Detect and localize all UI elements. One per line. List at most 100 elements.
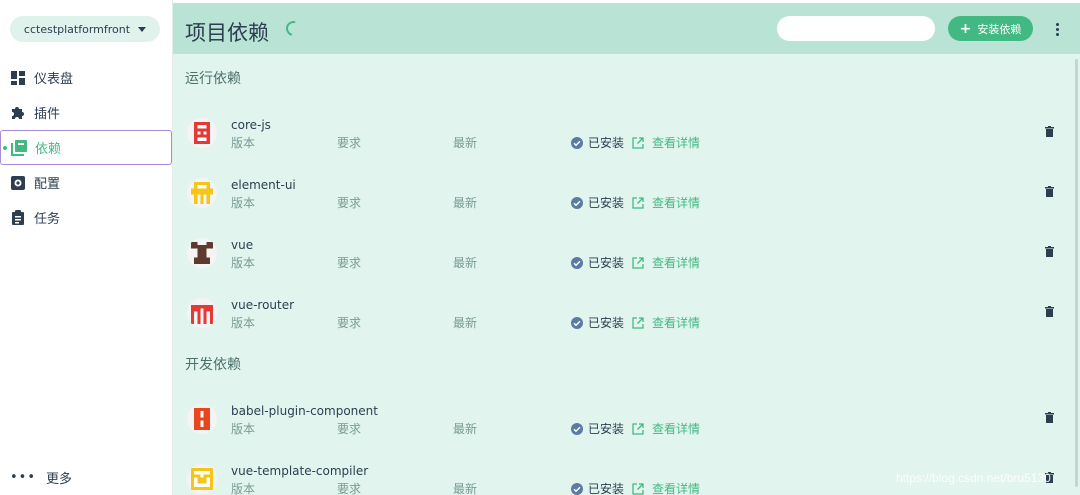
latest-label: 最新: [453, 196, 478, 210]
version-label: 版本: [231, 136, 256, 150]
package-icon: [187, 238, 217, 268]
external-link-icon: [632, 136, 644, 149]
section-title-runtime: 运行依赖: [185, 71, 241, 87]
status-label: 已安装: [588, 256, 625, 270]
status-label: 已安装: [588, 196, 625, 210]
latest-label: 最新: [453, 482, 478, 495]
more-options-icon[interactable]: [1051, 21, 1063, 37]
sidebar-item-dashboard[interactable]: 仪表盘: [0, 60, 173, 95]
check-circle-icon: [571, 196, 583, 209]
sidebar-item-label: 仪表盘: [34, 72, 74, 87]
loading-spinner-icon: [283, 18, 304, 39]
plus-icon: +: [959, 20, 972, 37]
install-status: 已安装: [571, 254, 624, 271]
delete-icon[interactable]: [1045, 186, 1054, 197]
scrollbar[interactable]: [1075, 59, 1078, 487]
package-icon: [187, 178, 217, 208]
details-label: 查看详情: [652, 136, 701, 150]
sidebar-item-config[interactable]: 配置: [0, 165, 173, 200]
dependency-name: vue: [231, 238, 254, 252]
delete-icon[interactable]: [1045, 126, 1054, 137]
dependency-row: babel-plugin-component 版本 要求 最新 已安装 查看详情: [173, 392, 1068, 452]
active-indicator: [3, 146, 7, 150]
check-circle-icon: [571, 256, 583, 269]
latest-label: 最新: [453, 136, 478, 150]
package-icon: [187, 464, 217, 494]
dependency-row: core-js 版本 要求 最新 已安装 查看详情: [173, 106, 1068, 166]
search-input[interactable]: [777, 16, 935, 41]
install-label: 安装依赖: [977, 22, 1022, 36]
check-circle-icon: [571, 482, 583, 495]
delete-icon[interactable]: [1045, 412, 1054, 423]
external-link-icon: [632, 422, 644, 435]
required-label: 要求: [337, 316, 362, 330]
latest-label: 最新: [453, 316, 478, 330]
sidebar-item-tasks[interactable]: 任务: [0, 200, 173, 235]
details-label: 查看详情: [652, 316, 701, 330]
clipboard-icon: [10, 210, 26, 226]
install-status: 已安装: [571, 314, 624, 331]
library-icon: [11, 139, 27, 156]
required-label: 要求: [337, 256, 362, 270]
version-label: 版本: [231, 256, 256, 270]
details-label: 查看详情: [652, 422, 701, 436]
external-link-icon: [632, 196, 644, 209]
view-details-link[interactable]: 查看详情: [632, 480, 700, 495]
version-label: 版本: [231, 422, 256, 436]
details-label: 查看详情: [652, 482, 701, 495]
project-name: cctestplatformfront: [23, 22, 131, 36]
dashboard-icon: [10, 70, 26, 86]
dependencies-panel: 运行依赖 core-js 版本 要求 最新 已安装 查看详情 element-u…: [173, 54, 1080, 495]
dependency-name: element-ui: [231, 178, 296, 192]
install-status: 已安装: [571, 194, 624, 211]
view-details-link[interactable]: 查看详情: [632, 134, 700, 151]
package-icon: [187, 404, 217, 434]
version-label: 版本: [231, 316, 256, 330]
details-label: 查看详情: [652, 256, 701, 270]
delete-icon[interactable]: [1045, 246, 1054, 257]
sidebar-nav: 仪表盘 插件 依赖 配置 任务: [0, 60, 173, 235]
check-circle-icon: [571, 136, 583, 149]
external-link-icon: [632, 482, 644, 495]
sidebar-item-dependencies[interactable]: 依赖: [0, 130, 172, 165]
puzzle-icon: [10, 105, 26, 121]
view-details-link[interactable]: 查看详情: [632, 194, 700, 211]
details-label: 查看详情: [652, 196, 701, 210]
required-label: 要求: [337, 196, 362, 210]
sidebar-item-label: 配置: [34, 177, 61, 192]
version-label: 版本: [231, 482, 256, 495]
required-label: 要求: [337, 136, 362, 150]
dependency-row: element-ui 版本 要求 最新 已安装 查看详情: [173, 166, 1068, 226]
watermark: https://blog.csdn.net/bru5130: [896, 471, 1051, 485]
status-label: 已安装: [588, 316, 625, 330]
sidebar-item-label: 依赖: [35, 142, 62, 157]
external-link-icon: [632, 316, 644, 329]
more-label: 更多: [46, 472, 73, 487]
dependency-name: babel-plugin-component: [231, 404, 378, 418]
view-details-link[interactable]: 查看详情: [632, 254, 700, 271]
dependency-row: vue-router 版本 要求 最新 已安装 查看详情: [173, 286, 1068, 346]
section-title-dev: 开发依赖: [185, 357, 241, 373]
more-dots-icon: •••: [10, 470, 37, 485]
status-label: 已安装: [588, 422, 625, 436]
view-details-link[interactable]: 查看详情: [632, 314, 700, 331]
view-details-link[interactable]: 查看详情: [632, 420, 700, 437]
required-label: 要求: [337, 422, 362, 436]
status-label: 已安装: [588, 136, 625, 150]
chevron-down-icon: [138, 26, 147, 32]
latest-label: 最新: [453, 256, 478, 270]
install-status: 已安装: [571, 134, 624, 151]
sidebar-item-plugins[interactable]: 插件: [0, 95, 173, 130]
page-header: 项目依赖 + 安装依赖: [173, 3, 1080, 54]
install-dependency-button[interactable]: + 安装依赖: [948, 16, 1033, 41]
delete-icon[interactable]: [1045, 306, 1054, 317]
package-icon: [187, 118, 217, 148]
sidebar-item-label: 任务: [34, 212, 61, 227]
check-circle-icon: [571, 422, 583, 435]
more-button[interactable]: ••• 更多: [10, 468, 72, 487]
settings-box-icon: [10, 175, 26, 191]
dependency-row: vue 版本 要求 最新 已安装 查看详情: [173, 226, 1068, 286]
required-label: 要求: [337, 482, 362, 495]
dependency-name: vue-template-compiler: [231, 464, 369, 478]
project-selector[interactable]: cctestplatformfront: [10, 16, 160, 42]
